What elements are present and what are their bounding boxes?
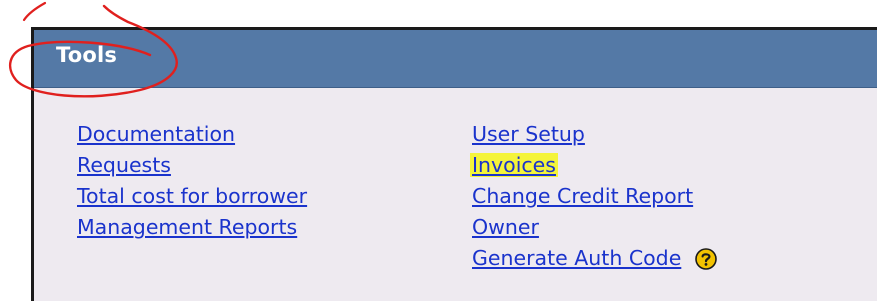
help-icon[interactable] <box>695 247 718 270</box>
user-setup-link[interactable]: User Setup <box>472 119 717 150</box>
generate-auth-code-link[interactable]: Generate Auth Code <box>472 243 681 274</box>
invoices-link[interactable]: Invoices <box>470 150 717 181</box>
tools-right-column: User Setup Invoices Change Credit Report… <box>470 119 718 274</box>
management-reports-link[interactable]: Management Reports <box>77 212 307 243</box>
tools-left-column: Documentation Requests Total cost for bo… <box>77 119 307 243</box>
panel-header: Tools <box>34 30 877 88</box>
owner-link[interactable]: Owner <box>472 212 717 243</box>
page: Tools Documentation Requests Total cost … <box>0 0 877 301</box>
panel-title: Tools <box>56 43 118 67</box>
documentation-link[interactable]: Documentation <box>77 119 307 150</box>
change-credit-report-link[interactable]: Change Credit Report <box>472 181 717 212</box>
requests-link[interactable]: Requests <box>77 150 307 181</box>
total-cost-for-borrower-link[interactable]: Total cost for borrower <box>77 181 307 212</box>
tools-panel: Tools Documentation Requests Total cost … <box>31 27 877 301</box>
invoices-highlight: Invoices <box>470 153 558 177</box>
generate-auth-code-row: Generate Auth Code <box>472 243 718 274</box>
